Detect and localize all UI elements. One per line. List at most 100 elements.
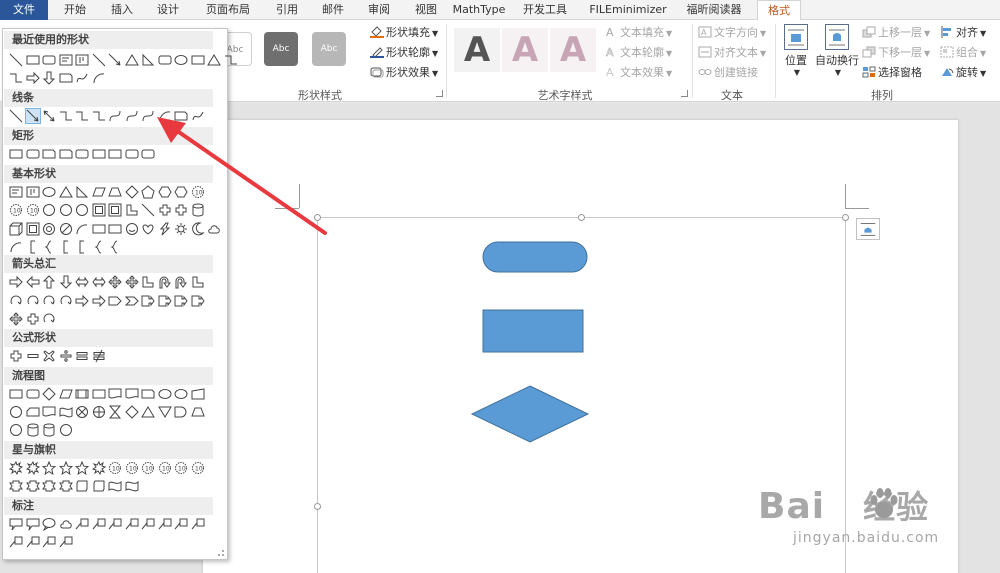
shape-brace-icon[interactable] <box>108 240 122 254</box>
tab-foxit-reader[interactable]: 福昕阅读器 <box>675 0 753 20</box>
text-effects-button[interactable]: A 文本效果 ▼ <box>604 64 672 82</box>
shape-arrowcallout-icon[interactable] <box>141 294 155 308</box>
shape-star5-icon[interactable] <box>75 461 89 475</box>
shape-delay-icon[interactable] <box>174 405 188 419</box>
shape-rrect-icon[interactable] <box>158 53 172 67</box>
shape-cyl-icon[interactable] <box>42 423 56 437</box>
shape-trap-icon[interactable] <box>190 405 205 419</box>
shape-rect-icon[interactable] <box>9 387 23 401</box>
rotate-button[interactable]: 旋转 ▼ <box>940 64 986 82</box>
shape-free-icon[interactable] <box>75 71 89 85</box>
shape-lcallout-icon[interactable] <box>174 517 188 531</box>
shape-bracket-icon[interactable] <box>75 240 89 254</box>
shape-cyl-icon[interactable] <box>191 203 205 217</box>
tab-view[interactable]: 视图 <box>404 0 448 20</box>
shape-frame-icon[interactable] <box>26 222 40 236</box>
shape-arc-icon[interactable] <box>92 71 106 85</box>
tab-developer[interactable]: 开发工具 <box>510 0 580 20</box>
shape-tri-icon[interactable] <box>124 53 139 67</box>
shape-fill-button[interactable]: 形状填充 ▼ <box>370 24 438 42</box>
shape-rect-icon[interactable] <box>108 222 122 236</box>
shape-rect-icon[interactable] <box>92 387 106 401</box>
shape-circarrow-icon[interactable] <box>9 294 23 308</box>
shape-effects-button[interactable]: 形状效果 ▼ <box>370 64 438 82</box>
shape-darrow-icon[interactable] <box>59 275 73 289</box>
shape-arc-icon[interactable] <box>75 222 89 236</box>
shape-lshape-icon[interactable] <box>125 203 139 217</box>
shape-lbolt-icon[interactable] <box>158 222 172 236</box>
tab-design[interactable]: 设计 <box>146 0 190 20</box>
shape-doc-icon[interactable] <box>42 405 56 419</box>
shape-smile-icon[interactable] <box>125 222 139 236</box>
shape-arrowcallout-icon[interactable] <box>158 294 172 308</box>
shape-rarrow-icon[interactable] <box>92 294 106 308</box>
shape-brace-icon[interactable] <box>42 240 56 254</box>
shape-textbox-icon[interactable] <box>59 53 73 67</box>
shape-doc-icon[interactable] <box>125 387 139 401</box>
shape-larrow-icon[interactable] <box>25 275 40 289</box>
shape-curve-icon[interactable] <box>141 109 155 123</box>
shape-lshape-icon[interactable] <box>141 275 155 289</box>
shape-frame-icon[interactable] <box>92 203 106 217</box>
shape-burst-icon[interactable] <box>25 461 40 475</box>
shape-rrect-icon[interactable] <box>42 53 56 67</box>
shape-rect-icon[interactable] <box>108 147 122 161</box>
tab-fileminimizer[interactable]: FILEminimizer <box>585 0 671 20</box>
shape-rtri-icon[interactable] <box>141 53 155 67</box>
shape-style-preview-2[interactable]: Abc <box>264 32 298 66</box>
shape-star5-icon[interactable] <box>42 461 56 475</box>
shape-lshape-icon[interactable] <box>191 275 205 289</box>
shape-seal-icon[interactable]: 10 <box>26 203 40 217</box>
shape-snip-icon[interactable] <box>59 71 73 85</box>
shape-burst-icon[interactable] <box>9 461 23 475</box>
shape-bracket-icon[interactable] <box>59 240 73 254</box>
shape-oval-icon[interactable] <box>174 53 188 67</box>
shape-ribbon-icon[interactable] <box>58 479 73 493</box>
shape-frame-icon[interactable] <box>108 203 122 217</box>
shape-seal-icon[interactable]: 10 <box>141 461 155 475</box>
shape-uarrow-icon[interactable] <box>42 275 56 289</box>
shape-orjunc-icon[interactable] <box>92 405 106 419</box>
shape-free-icon[interactable] <box>191 109 205 123</box>
shape-lrarrow-icon[interactable] <box>75 275 89 289</box>
shape-rect-icon[interactable] <box>191 53 205 67</box>
shape-brace-icon[interactable] <box>92 240 106 254</box>
text-direction-button[interactable]: A 文字方向 ▼ <box>698 24 766 42</box>
shape-elbow-icon[interactable] <box>92 109 106 123</box>
shape-hex-icon[interactable] <box>157 185 172 199</box>
shape-para-icon[interactable] <box>58 387 73 401</box>
shape-dblarrow-icon[interactable] <box>42 109 56 123</box>
shape-line-icon[interactable] <box>9 109 23 123</box>
shape-seal-icon[interactable]: 10 <box>125 461 139 475</box>
shape-ocallout-icon[interactable] <box>42 517 56 531</box>
shape-snip-icon[interactable] <box>59 147 73 161</box>
shape-quad-icon[interactable] <box>108 275 122 289</box>
shape-lcallout-icon[interactable] <box>158 517 172 531</box>
shape-ribbon-icon[interactable] <box>25 479 40 493</box>
shape-darrow-icon[interactable] <box>42 71 56 85</box>
text-outline-button[interactable]: A 文本轮廓 ▼ <box>604 44 672 62</box>
shape-cloud-icon[interactable] <box>207 222 221 236</box>
shape-scroll-icon[interactable] <box>75 479 89 493</box>
tab-file[interactable]: 文件 <box>0 0 48 20</box>
shape-lcallout-icon[interactable] <box>9 535 23 549</box>
shape-rcallout-icon[interactable] <box>26 517 40 531</box>
shape-rrect-icon[interactable] <box>26 387 40 401</box>
shape-arrowline-icon[interactable] <box>24 108 41 124</box>
tab-review[interactable]: 审阅 <box>357 0 401 20</box>
shape-equal-icon[interactable] <box>75 349 89 363</box>
shape-snip-icon[interactable] <box>141 387 155 401</box>
shape-heart-icon[interactable] <box>141 222 155 236</box>
shape-circle-icon[interactable] <box>9 405 23 419</box>
shape-callout-icon[interactable] <box>9 517 23 531</box>
shape-diamond-icon[interactable] <box>124 405 139 419</box>
shape-elbow-icon[interactable] <box>224 53 238 67</box>
shape-hourglass-icon[interactable] <box>108 405 122 419</box>
shape-diamond-icon[interactable] <box>124 185 139 199</box>
shape-sumjunc-icon[interactable] <box>75 405 89 419</box>
shape-pentarrow-icon[interactable] <box>108 294 122 308</box>
wrap-text-button[interactable]: 自动换行 ▼ <box>814 24 860 77</box>
shape-ribbon-icon[interactable] <box>42 479 56 493</box>
wordart-style-1[interactable]: A <box>454 28 500 72</box>
shape-lcallout-icon[interactable] <box>108 517 122 531</box>
